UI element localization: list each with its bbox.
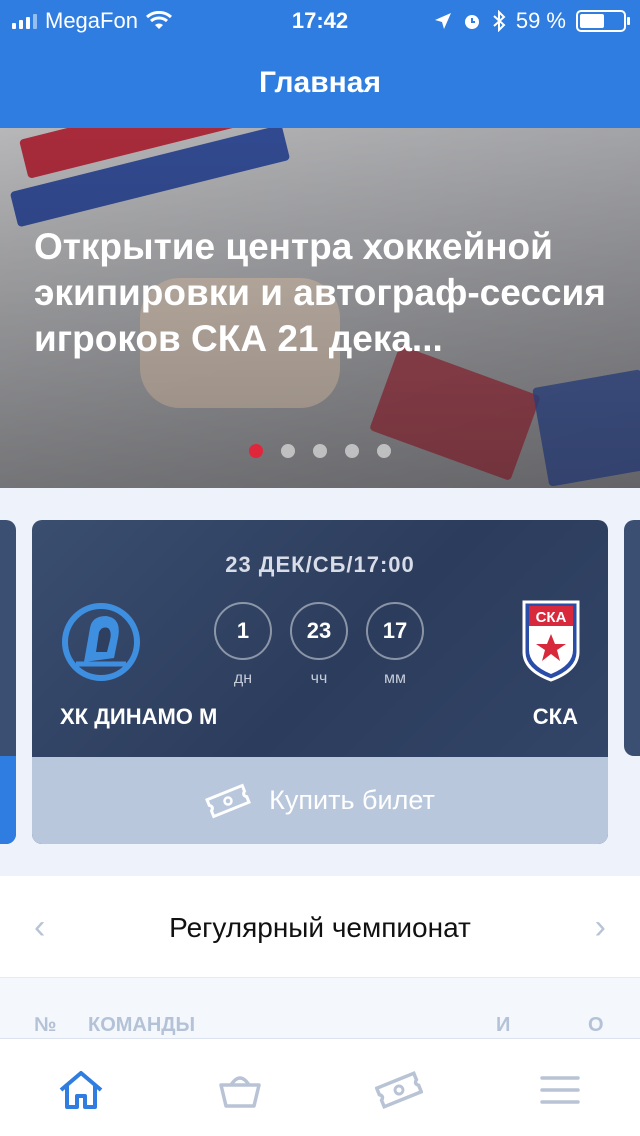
next-match-card[interactable] bbox=[624, 520, 640, 756]
page-title: Главная bbox=[258, 66, 381, 99]
slider-dot[interactable] bbox=[249, 444, 263, 458]
tab-menu[interactable] bbox=[535, 1065, 585, 1115]
away-team-name: СКА bbox=[532, 704, 578, 729]
prev-match-card[interactable] bbox=[0, 520, 16, 844]
battery-icon bbox=[576, 10, 630, 32]
top-bar: MegaFon 17:42 59 % Главная bbox=[0, 0, 640, 128]
countdown-days: 1 дн bbox=[214, 602, 272, 688]
buy-ticket-label: Купить билет bbox=[269, 785, 435, 815]
match-card[interactable]: 23 ДЕК/СБ/17:00 1 дн 23 чч 17 мм СКА ХК … bbox=[32, 520, 608, 844]
championship-selector: ‹ Регулярный чемпионат › bbox=[0, 876, 640, 978]
basket-icon bbox=[219, 1076, 261, 1108]
bluetooth-icon bbox=[493, 10, 506, 32]
countdown-minutes: 17 мм bbox=[366, 602, 424, 688]
location-icon bbox=[434, 13, 451, 29]
slider-pagination bbox=[0, 444, 640, 458]
status-bar: MegaFon 17:42 59 % bbox=[0, 0, 640, 40]
home-icon bbox=[59, 1071, 103, 1109]
news-title[interactable]: Открытие центра хоккейной экипировки и а… bbox=[34, 224, 614, 362]
ska-logo: СКА bbox=[522, 600, 580, 682]
countdown-hours: 23 чч bbox=[290, 602, 348, 688]
ticket-icon bbox=[375, 1070, 423, 1110]
tab-shop[interactable] bbox=[215, 1065, 265, 1115]
home-team-name: ХК ДИНАМО М bbox=[60, 704, 218, 729]
slider-dot[interactable] bbox=[313, 444, 327, 458]
championship-title: Регулярный чемпионат bbox=[169, 912, 471, 943]
dynamo-logo bbox=[62, 603, 140, 681]
news-slider[interactable]: Открытие центра хоккейной экипировки и а… bbox=[0, 128, 640, 488]
match-datetime: 23 ДЕК/СБ/17:00 bbox=[225, 552, 415, 577]
column-points: О bbox=[588, 1014, 604, 1036]
tab-home[interactable] bbox=[56, 1065, 106, 1115]
ticket-icon bbox=[205, 783, 252, 818]
column-games: И bbox=[496, 1014, 511, 1036]
standings-header: № КОМАНДЫ И О bbox=[0, 978, 640, 1038]
slider-dot[interactable] bbox=[345, 444, 359, 458]
buy-ticket-button[interactable]: Купить билет bbox=[32, 757, 608, 844]
battery-percent: 59 % bbox=[515, 8, 566, 33]
svg-text:СКА: СКА bbox=[536, 609, 567, 626]
chevron-right-icon[interactable]: › bbox=[595, 910, 606, 944]
slider-dot[interactable] bbox=[281, 444, 295, 458]
column-number: № bbox=[34, 1014, 57, 1036]
alarm-icon bbox=[464, 15, 479, 29]
countdown: 1 дн 23 чч 17 мм bbox=[214, 602, 424, 688]
tab-tickets[interactable] bbox=[374, 1065, 424, 1115]
menu-icon bbox=[540, 1076, 580, 1104]
column-teams: КОМАНДЫ bbox=[88, 1014, 196, 1036]
slider-dot[interactable] bbox=[377, 444, 391, 458]
tab-bar bbox=[0, 1038, 640, 1136]
